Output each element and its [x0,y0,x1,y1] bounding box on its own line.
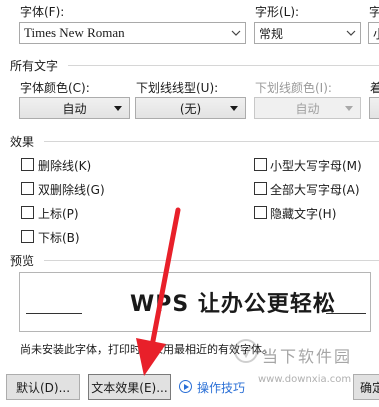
font-color-value: 自动 [62,101,87,116]
watermark-logo-icon [234,339,258,363]
chevron-down-icon [346,30,356,36]
underline-color-value: 自动 [295,101,320,116]
dropdown-arrow-icon [114,106,122,111]
double-strikethrough-label: 双删除线(G) [38,183,105,197]
effects-heading: 效果 [10,135,35,149]
all-caps-label: 全部大写字母(A) [270,183,360,197]
small-caps-checkbox[interactable] [254,158,267,171]
underline-style-select[interactable]: (无) [135,97,246,119]
emphasis-label: 着 [370,81,379,95]
superscript-label: 上标(P) [38,207,79,221]
all-caps-checkbox[interactable] [254,182,267,195]
underline-style-value: (无) [179,101,202,116]
size-select[interactable]: 小 [368,22,379,44]
preview-heading: 预览 [10,254,35,268]
default-button[interactable]: 默认(D)... [6,374,80,400]
hidden-text-checkbox[interactable] [254,206,267,219]
size-label: 字 [369,5,379,19]
watermark-name: 当下软件园 [262,347,353,366]
subscript-label: 下标(B) [38,231,80,245]
font-value: Times New Roman [24,25,125,40]
preview-text: WPS 让办公更轻松 [130,292,336,317]
ok-button[interactable]: 确定 [353,374,379,400]
style-label: 字形(L): [255,5,300,19]
tips-link[interactable]: 操作技巧 [197,379,245,396]
font-color-label: 字体颜色(C): [20,81,90,95]
style-select[interactable]: 常规 [254,22,361,44]
text-effects-button-label: 文本效果(E)... [91,380,168,395]
section-divider [44,260,379,261]
strikethrough-checkbox[interactable] [21,158,34,171]
size-value: 小 [373,25,379,42]
chevron-down-icon [231,30,241,36]
underline-color-label: 下划线颜色(I): [255,81,332,95]
strikethrough-label: 删除线(K) [38,159,92,173]
subscript-checkbox[interactable] [21,230,34,243]
underline-color-select: 自动 [254,97,361,119]
preview-box: WPS 让办公更轻松 [19,272,371,332]
all-text-heading: 所有文字 [10,59,59,73]
watermark-logo [233,338,259,364]
font-color-select[interactable]: 自动 [19,97,130,119]
small-caps-label: 小型大写字母(M) [270,159,362,173]
preview-baseline-left [26,313,82,314]
style-value: 常规 [259,26,284,41]
font-select[interactable]: Times New Roman [19,22,246,44]
section-divider [68,65,379,66]
watermark-url: www.downxia.com [258,374,352,385]
double-strikethrough-checkbox[interactable] [21,182,34,195]
emphasis-select[interactable] [369,97,379,119]
hidden-text-label: 隐藏文字(H) [270,207,337,221]
underline-style-label: 下划线线型(U): [136,81,219,95]
dropdown-arrow-icon [230,106,238,111]
default-button-label: 默认(D)... [15,380,71,395]
superscript-checkbox[interactable] [21,206,34,219]
section-divider [44,141,379,142]
ok-button-label: 确定 [360,380,379,395]
play-icon[interactable] [179,380,192,393]
font-label: 字体(F): [20,5,65,19]
dropdown-arrow-icon [345,106,353,111]
text-effects-button[interactable]: 文本效果(E)... [88,374,171,400]
